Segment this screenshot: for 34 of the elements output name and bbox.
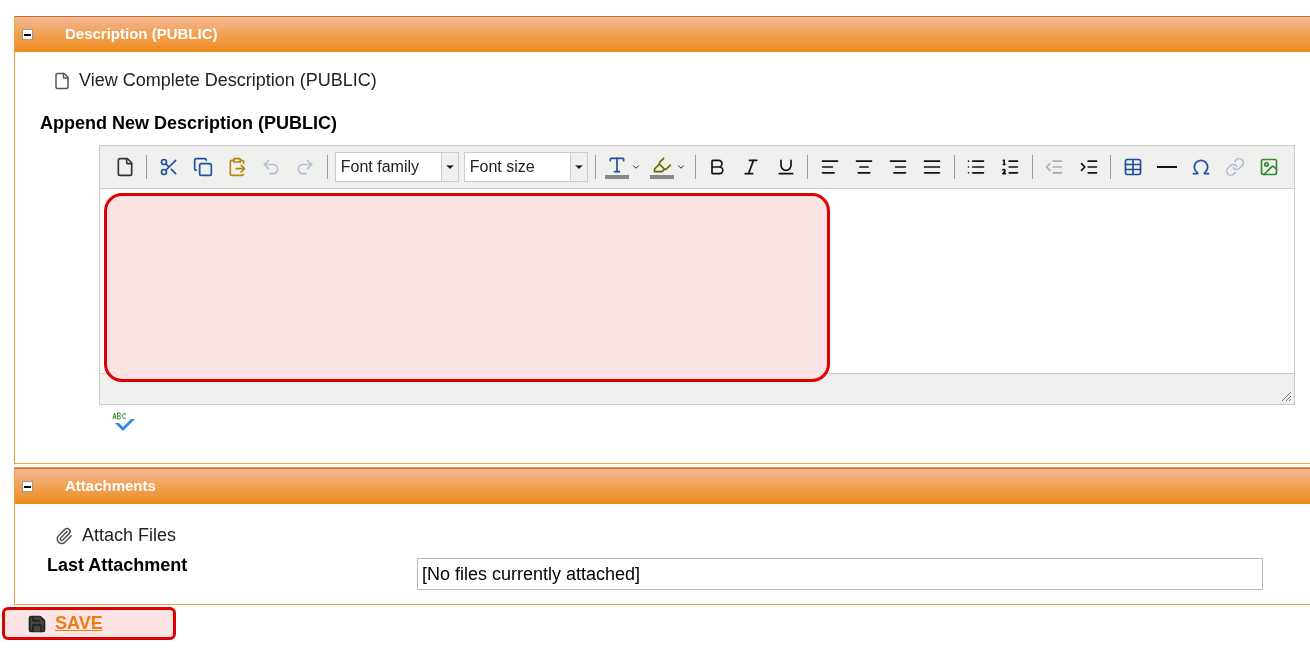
collapse-toggle[interactable]: [22, 29, 33, 40]
last-attachment-field: [No files currently attached]: [417, 558, 1263, 590]
collapse-toggle[interactable]: [22, 481, 33, 492]
document-icon: [53, 71, 71, 90]
omega-icon: [1191, 157, 1211, 177]
link-icon: [1225, 157, 1246, 177]
redo-icon: [295, 157, 316, 177]
toolbar-dropdown[interactable]: Font size: [463, 152, 588, 182]
outdent-icon: [1044, 157, 1065, 177]
align-center-icon: [853, 157, 874, 177]
last-attachment-label: Last Attachment: [47, 554, 189, 577]
copy-icon: [192, 157, 213, 177]
paperclip-icon: [55, 526, 73, 545]
caret-icon: [675, 162, 686, 172]
attach-files-link[interactable]: Attach Files: [82, 522, 177, 549]
resize-handle-icon: [1280, 390, 1292, 402]
bullet-list-icon: [966, 157, 987, 177]
panel-title: Description (PUBLIC): [65, 24, 218, 45]
align-left-icon: [819, 157, 840, 177]
highlight-icon: [651, 155, 672, 175]
toolbar-dropdown[interactable]: Font family: [334, 152, 459, 182]
table-icon: [1122, 157, 1143, 177]
horizontal-rule-icon: [1156, 166, 1177, 168]
view-description-link[interactable]: View Complete Description (PUBLIC): [79, 67, 377, 94]
align-right-icon: [887, 157, 908, 177]
append-label: Append New Description (PUBLIC): [40, 112, 338, 135]
indent-icon: [1078, 157, 1099, 177]
align-justify-icon: [922, 157, 943, 177]
image-icon: [1259, 157, 1280, 177]
panel-title: Attachments: [65, 476, 156, 497]
spellcheck-icon: [111, 411, 137, 433]
cut-icon: [158, 157, 179, 177]
caret-icon: [630, 162, 641, 172]
numbered-list-icon: [1000, 157, 1021, 177]
